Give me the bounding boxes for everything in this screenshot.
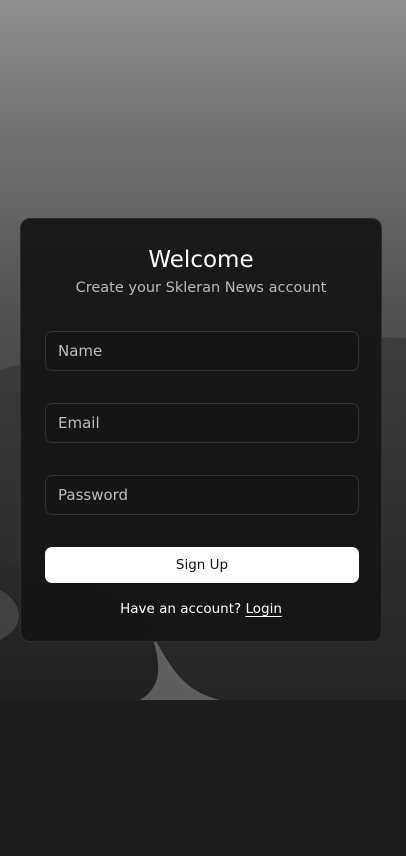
signup-card: Welcome Create your Skleran News account… xyxy=(20,218,382,642)
signup-button[interactable]: Sign Up xyxy=(45,547,359,583)
signup-page: Welcome Create your Skleran News account… xyxy=(0,0,406,856)
login-prompt-text: Have an account? xyxy=(120,601,242,617)
login-prompt: Have an account? Login xyxy=(21,600,381,618)
name-input[interactable] xyxy=(45,331,359,371)
email-input[interactable] xyxy=(45,403,359,443)
password-input[interactable] xyxy=(45,475,359,515)
login-link[interactable]: Login xyxy=(245,601,281,617)
page-subtitle: Create your Skleran News account xyxy=(75,280,327,296)
page-title: Welcome xyxy=(148,247,254,273)
